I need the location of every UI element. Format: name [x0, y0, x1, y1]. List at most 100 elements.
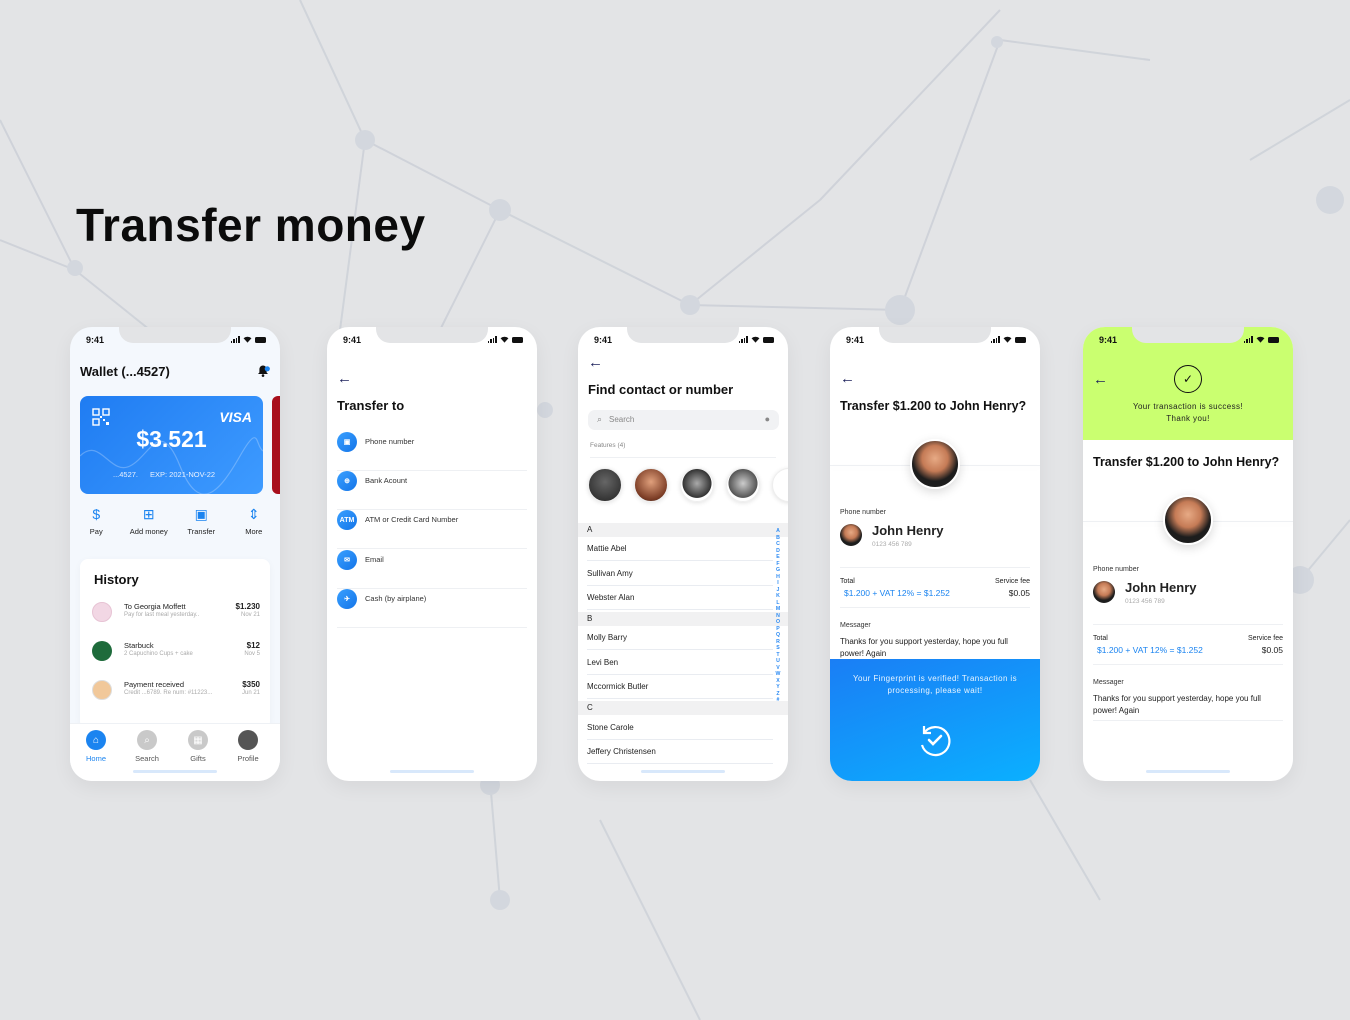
signal-icon: [230, 336, 240, 343]
search-icon: ⌕: [137, 730, 157, 750]
wifi-icon: [751, 336, 760, 343]
qr-code-icon[interactable]: [92, 408, 110, 426]
status-bar: 9:41: [70, 334, 280, 346]
starbucks-logo: [92, 641, 112, 661]
alphabet-index-letter[interactable]: #: [777, 697, 780, 704]
battery-icon: [255, 336, 266, 343]
contact-row[interactable]: Stone Carole: [587, 716, 773, 740]
status-bar: 9:41: [830, 334, 1040, 346]
history-item-date: Nov 5: [244, 651, 260, 657]
search-input[interactable]: ⌕ Search ●: [588, 410, 779, 430]
message-label: Messager: [1093, 679, 1124, 686]
email-icon: ✉: [337, 550, 357, 570]
contact-row[interactable]: Levi Ben: [587, 651, 773, 675]
wifi-icon: [243, 336, 252, 343]
featured-contacts: [588, 468, 788, 502]
home-indicator: [1146, 770, 1230, 773]
featured-contact-avatar[interactable]: [772, 468, 788, 502]
phone-number-label: Phone number: [1093, 566, 1139, 573]
alphabet-index[interactable]: A B C D E F G H I J K L M N O P Q R S T U V W X Y Z #: [774, 528, 782, 704]
tab-home[interactable]: ⌂ Home: [73, 730, 119, 763]
visa-card[interactable]: VISA $3.521 ...4527. EXP: 2021-NOV-22: [80, 396, 263, 494]
tab-profile[interactable]: Profile: [225, 730, 271, 763]
find-contact-screen: 9:41 ← Find contact or number ⌕ Search ●…: [578, 327, 788, 781]
notification-bell-icon[interactable]: [256, 364, 270, 378]
success-text: Your transaction is success! Thank you!: [1083, 401, 1293, 425]
profile-avatar: [238, 730, 258, 750]
more-action[interactable]: ⇕ More: [230, 505, 278, 545]
message-text: Thanks for you support yesterday, hope y…: [1093, 694, 1261, 715]
success-text-line1: Your transaction is success!: [1132, 402, 1244, 411]
option-cash[interactable]: ✈ Cash (by airplane): [337, 589, 527, 628]
contact-row[interactable]: Sullivan Amy: [587, 562, 773, 586]
transfer-action[interactable]: ▣ Transfer: [177, 505, 225, 545]
contact-row[interactable]: Webster Alan: [587, 586, 773, 610]
divider: [1093, 720, 1283, 721]
next-card-peek[interactable]: [272, 396, 280, 494]
history-item[interactable]: Starbuck 2 Capuchino Cups + cake $12 Nov…: [92, 640, 260, 664]
recipient-avatar: [1163, 495, 1213, 545]
total-label: Total: [840, 578, 855, 585]
status-time: 9:41: [343, 335, 362, 345]
contact-row[interactable]: Molly Barry: [587, 626, 773, 650]
battery-icon: [1015, 336, 1026, 343]
signal-icon: [487, 336, 497, 343]
option-label: Cash (by airplane): [365, 594, 427, 603]
airplane-icon: ✈: [337, 589, 357, 609]
option-email[interactable]: ✉ Email: [337, 550, 527, 589]
divider: [590, 457, 776, 458]
contact-row[interactable]: Mccormick Butler: [587, 675, 773, 699]
atm-icon: ATM: [337, 510, 357, 530]
search-icon: ⌕: [597, 414, 603, 424]
history-item-title: To Georgia Moffett: [124, 602, 186, 611]
avatar: [92, 680, 112, 700]
more-icon: ⇕: [247, 505, 260, 522]
recipient-phone: 0123 456 789: [872, 541, 912, 548]
back-arrow-icon[interactable]: ←: [1093, 372, 1108, 387]
featured-contact-avatar[interactable]: [680, 468, 714, 502]
tab-gifts[interactable]: ▦ Gifts: [175, 730, 221, 763]
history-panel: History To Georgia Moffett Pay for last …: [80, 559, 270, 729]
history-item-amount: $12: [246, 641, 260, 650]
globe-icon: ⊕: [337, 471, 357, 491]
option-phone-number[interactable]: ▣ Phone number: [337, 432, 527, 471]
history-item-subtitle: Credit ...6789. Re num: #11223...: [124, 690, 213, 696]
history-item[interactable]: Payment received Credit ...6789. Re num:…: [92, 679, 260, 703]
back-arrow-icon[interactable]: ←: [588, 355, 603, 370]
featured-contact-avatar[interactable]: [726, 468, 760, 502]
home-indicator: [641, 770, 725, 773]
verify-text: Your Fingerprint is verified! Transactio…: [852, 674, 1018, 695]
message-label: Messager: [840, 622, 871, 629]
status-bar: 9:41: [578, 334, 788, 346]
tab-search[interactable]: ⌕ Search: [124, 730, 170, 763]
history-item-date: Jun 21: [241, 690, 260, 696]
history-item-amount: $1.230: [235, 602, 260, 611]
history-item[interactable]: To Georgia Moffett Pay for last meal yes…: [92, 601, 260, 625]
history-title: History: [94, 572, 139, 587]
contact-row[interactable]: Mattie Abel: [587, 537, 773, 561]
option-atm-card[interactable]: ATM ATM or Credit Card Number: [337, 510, 527, 549]
featured-contact-avatar[interactable]: [588, 468, 622, 502]
processing-check-icon: [920, 726, 951, 757]
microphone-icon[interactable]: ●: [765, 414, 770, 424]
back-arrow-icon[interactable]: ←: [840, 371, 855, 386]
transfer-to-screen: 9:41 ← Transfer to ▣ Phone number ⊕ Bank A…: [327, 327, 537, 781]
back-arrow-icon[interactable]: ←: [337, 371, 352, 386]
contact-row[interactable]: Jeffery Christensen: [587, 740, 773, 764]
option-label: Bank Acount: [365, 476, 408, 485]
add-money-action[interactable]: ⊞ Add money: [125, 505, 173, 545]
more-label: More: [245, 527, 263, 536]
recipient-avatar: [910, 439, 960, 489]
add-money-label: Add money: [129, 527, 168, 536]
add-money-icon: ⊞: [142, 505, 155, 522]
service-fee-label: Service fee: [994, 578, 1030, 585]
status-bar: 9:41: [327, 334, 537, 346]
success-check-icon: ✓: [1174, 365, 1202, 393]
pay-action[interactable]: $ Pay: [72, 505, 120, 545]
featured-contact-avatar[interactable]: [634, 468, 668, 502]
transfer-icon: ▣: [194, 505, 208, 522]
avatar: [92, 602, 112, 622]
option-bank-account[interactable]: ⊕ Bank Acount: [337, 471, 527, 510]
wifi-icon: [1003, 336, 1012, 343]
contact-card-icon: ▣: [337, 432, 357, 452]
